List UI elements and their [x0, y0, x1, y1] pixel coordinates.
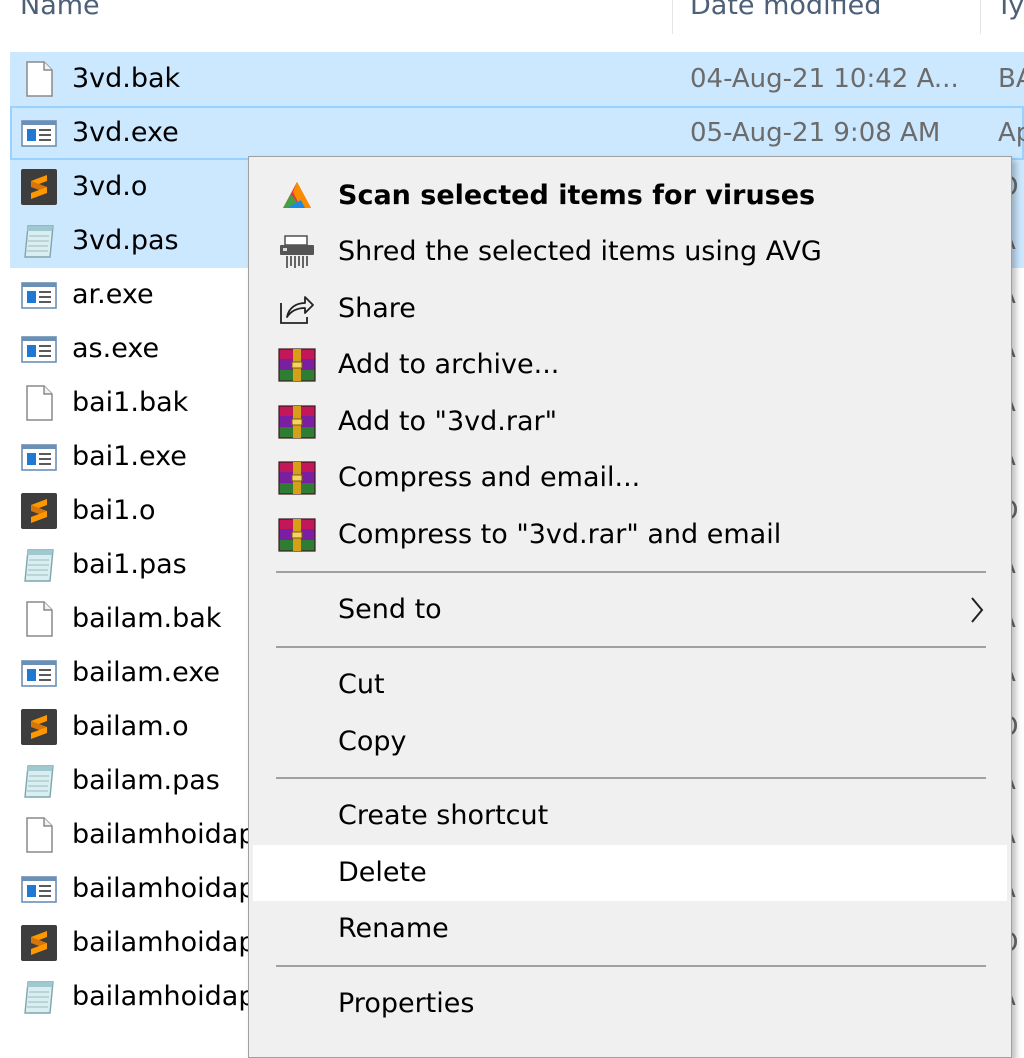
file-name: bailamhoidap [72, 819, 256, 850]
menu-separator [276, 571, 986, 573]
winrar-icon [277, 460, 317, 496]
share-icon [277, 291, 317, 327]
file-name: bailamhoidap [72, 981, 256, 1012]
column-divider[interactable] [672, 0, 673, 34]
blank-file-icon [20, 816, 58, 854]
menu-separator [276, 965, 986, 967]
file-name: bai1.bak [72, 387, 189, 418]
exe-file-icon [20, 114, 58, 152]
blank-file-icon [20, 600, 58, 638]
file-type: Ap [998, 118, 1024, 148]
file-name: bailam.bak [72, 603, 222, 634]
sublime-file-icon [20, 168, 58, 206]
menu-item-delete[interactable]: Delete [253, 845, 1007, 901]
column-divider[interactable] [980, 0, 981, 34]
menu-item-copy[interactable]: Copy [253, 714, 1007, 770]
menu-item-add-to-3vd-rar[interactable]: Add to "3vd.rar" [253, 394, 1007, 450]
avg-scan-icon [277, 178, 317, 214]
winrar-icon [277, 517, 317, 553]
file-date-modified: 04-Aug-21 10:42 A... [690, 64, 959, 94]
menu-item-cut[interactable]: Cut [253, 657, 1007, 713]
column-type[interactable]: Ty [996, 0, 1024, 34]
column-header: Name Date modified Ty [0, 0, 1024, 34]
column-name[interactable]: Name [20, 0, 100, 34]
file-row[interactable]: 3vd.bak 04-Aug-21 10:42 A... BA [10, 52, 1024, 106]
exe-file-icon [20, 330, 58, 368]
menu-item-shred-the-selected-items-using-avg[interactable]: Shred the selected items using AVG [253, 224, 1007, 280]
winrar-icon [277, 404, 317, 440]
notepad-file-icon [20, 222, 58, 260]
notepad-file-icon [20, 762, 58, 800]
menu-item-rename[interactable]: Rename [253, 901, 1007, 957]
winrar-icon [277, 347, 317, 383]
menu-item-label: Copy [338, 726, 407, 757]
file-name: bai1.o [72, 495, 156, 526]
sublime-file-icon [20, 492, 58, 530]
menu-item-label: Compress to "3vd.rar" and email [338, 519, 782, 550]
menu-item-label: Send to [338, 594, 442, 625]
blank-file-icon [20, 60, 58, 98]
menu-separator [276, 646, 986, 648]
menu-item-label: Add to "3vd.rar" [338, 406, 558, 437]
file-name: 3vd.pas [72, 225, 179, 256]
menu-item-label: Cut [338, 669, 385, 700]
menu-item-add-to-archive[interactable]: Add to archive... [253, 337, 1007, 393]
menu-item-label: Scan selected items for viruses [338, 180, 816, 211]
context-menu: Scan selected items for viruses Shred the… [248, 156, 1012, 1058]
sublime-file-icon [20, 924, 58, 962]
menu-item-label: Delete [338, 857, 427, 888]
file-name: bailamhoidap [72, 927, 256, 958]
menu-item-share[interactable]: Share [253, 281, 1007, 337]
menu-item-scan-selected-items-for-viruses[interactable]: Scan selected items for viruses [253, 168, 1007, 224]
menu-item-label: Create shortcut [338, 800, 549, 831]
file-name: bailam.pas [72, 765, 220, 796]
blank-file-icon [20, 384, 58, 422]
menu-item-send-to[interactable]: Send to [253, 582, 1007, 638]
exe-file-icon [20, 654, 58, 692]
menu-item-compress-and-email[interactable]: Compress and email... [253, 450, 1007, 506]
file-name: 3vd.exe [72, 117, 179, 148]
menu-item-label: Compress and email... [338, 462, 641, 493]
sublime-file-icon [20, 708, 58, 746]
file-name: bai1.pas [72, 549, 187, 580]
menu-item-label: Rename [338, 913, 449, 944]
notepad-file-icon [20, 546, 58, 584]
menu-item-compress-to-3vd-rar-and-email[interactable]: Compress to "3vd.rar" and email [253, 507, 1007, 563]
chevron-right-icon [969, 596, 985, 624]
notepad-file-icon [20, 978, 58, 1016]
menu-item-properties[interactable]: Properties [253, 976, 1007, 1032]
column-date-modified[interactable]: Date modified [690, 0, 881, 34]
menu-item-label: Properties [338, 988, 475, 1019]
file-name: bailam.exe [72, 657, 221, 688]
shredder-icon [277, 234, 317, 270]
file-name: bai1.exe [72, 441, 187, 472]
file-name: bailam.o [72, 711, 189, 742]
file-row[interactable]: 3vd.exe 05-Aug-21 9:08 AM Ap [10, 106, 1024, 160]
menu-item-create-shortcut[interactable]: Create shortcut [253, 788, 1007, 844]
menu-separator [276, 777, 986, 779]
file-name: as.exe [72, 333, 160, 364]
file-name: bailamhoidap [72, 873, 256, 904]
file-type: BA [998, 64, 1024, 94]
exe-file-icon [20, 438, 58, 476]
file-name: ar.exe [72, 279, 154, 310]
menu-item-label: Add to archive... [338, 349, 560, 380]
file-date-modified: 05-Aug-21 9:08 AM [690, 118, 941, 148]
file-name: 3vd.bak [72, 63, 181, 94]
file-name: 3vd.o [72, 171, 148, 202]
exe-file-icon [20, 276, 58, 314]
menu-item-label: Shred the selected items using AVG [338, 236, 822, 267]
exe-file-icon [20, 870, 58, 908]
menu-item-label: Share [338, 293, 416, 324]
